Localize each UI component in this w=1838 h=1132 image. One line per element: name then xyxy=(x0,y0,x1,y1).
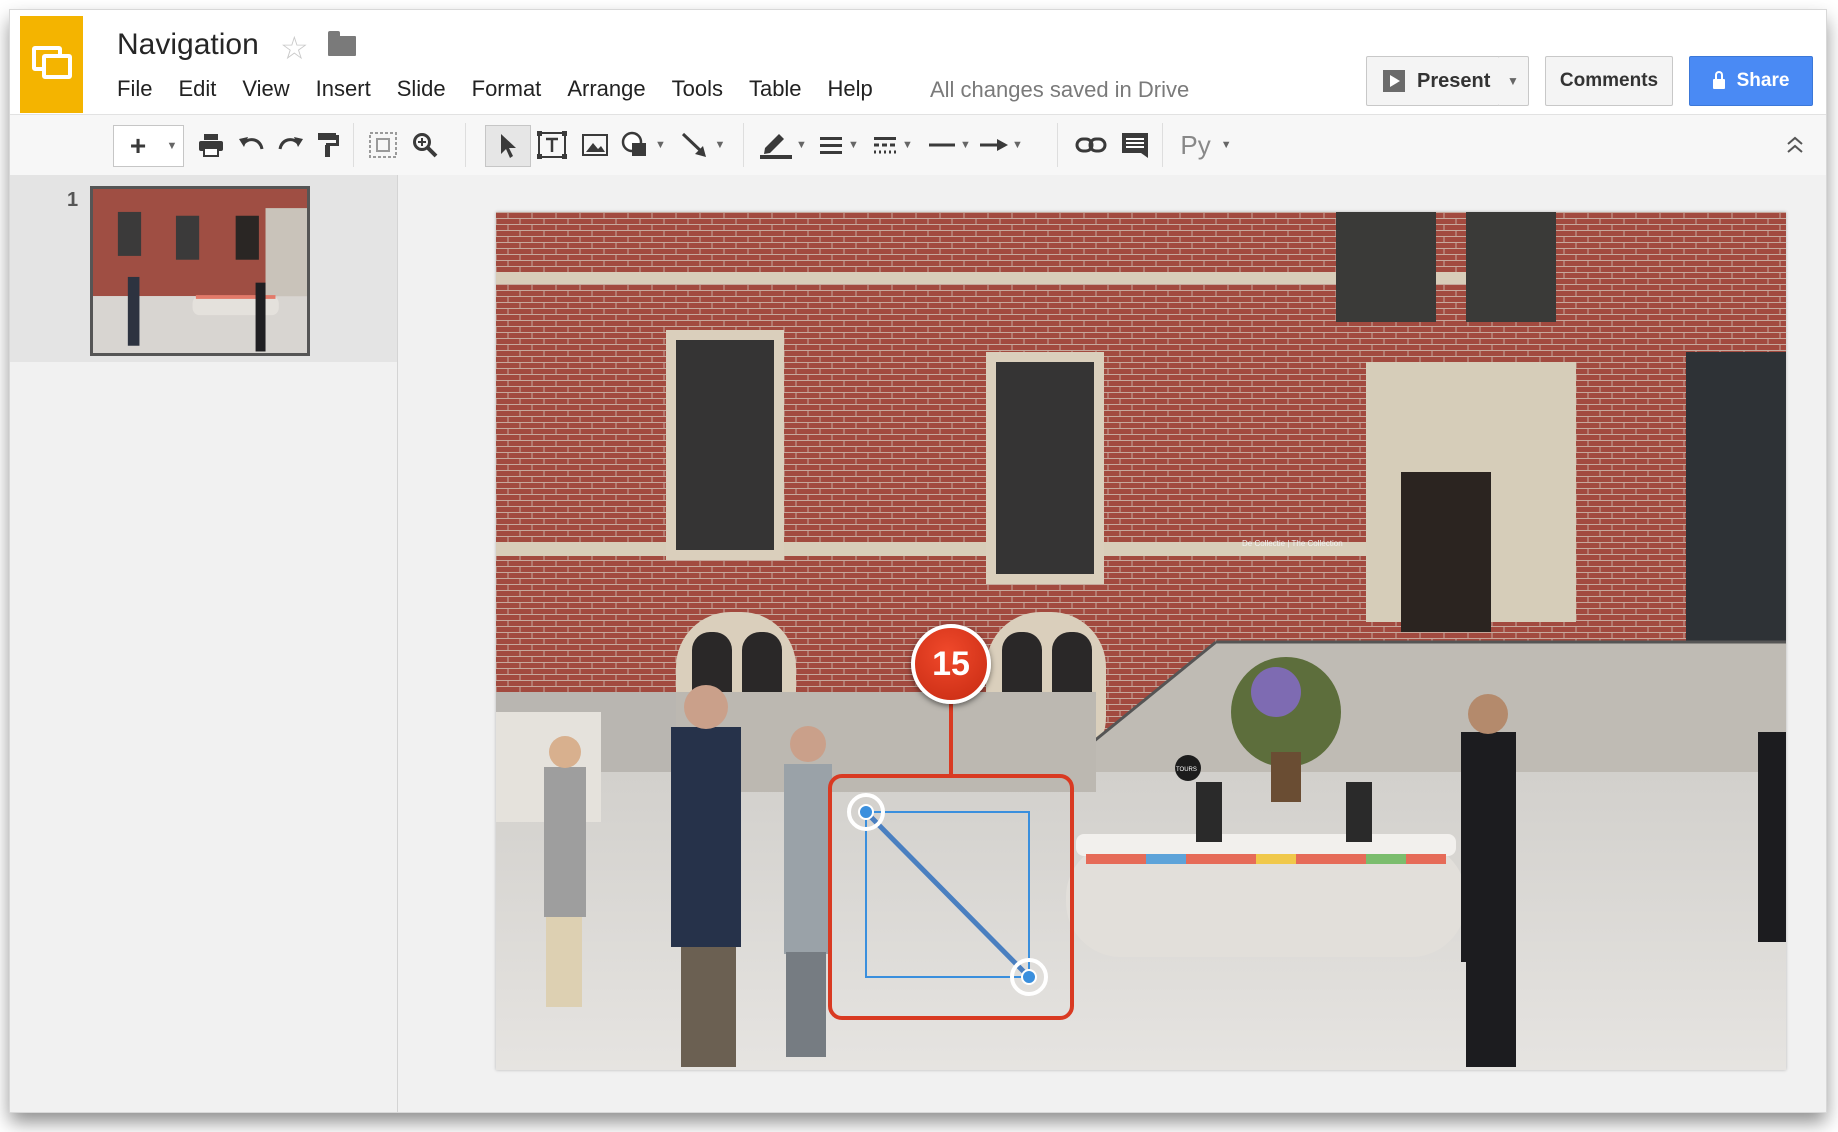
zoom-fit-icon[interactable] xyxy=(365,125,401,165)
drawn-line[interactable] xyxy=(864,810,1031,979)
filmstrip: 1 xyxy=(10,175,398,1112)
folder-icon[interactable] xyxy=(328,31,356,56)
chevron-up-double-icon[interactable] xyxy=(1780,125,1810,165)
print-icon[interactable] xyxy=(195,125,227,165)
cursor-icon xyxy=(501,134,516,158)
slide-number: 1 xyxy=(67,189,79,211)
save-status[interactable]: All changes saved in Drive xyxy=(930,77,1189,103)
line-dash-icon[interactable]: ▼ xyxy=(870,125,916,165)
input-tools-label: Py xyxy=(1180,129,1211,160)
slides-window: Navigation ☆ File Edit View Insert Slide… xyxy=(10,10,1826,1112)
filmstrip-slide-1[interactable]: 1 xyxy=(10,175,397,362)
menu-format[interactable]: Format xyxy=(472,76,542,102)
caret-down-icon: ▼ xyxy=(1507,74,1519,88)
line-icon[interactable]: ▼ xyxy=(675,125,731,165)
line-end-icon[interactable]: ▼ xyxy=(976,125,1026,165)
share-label: Share xyxy=(1736,70,1790,91)
zoom-icon[interactable] xyxy=(408,125,442,165)
lock-icon xyxy=(1712,71,1725,89)
line-start-icon[interactable]: ▼ xyxy=(924,125,974,165)
callout-number-badge: 15 xyxy=(911,624,991,704)
shape-icon[interactable]: ▼ xyxy=(619,125,667,165)
comment-icon[interactable] xyxy=(1116,125,1154,165)
undo-icon[interactable] xyxy=(235,125,267,165)
border-color-icon[interactable]: ▼ xyxy=(755,125,811,165)
toolbar: + ▼ ▼ ▼ ▼ ▼ ▼ ▼ ▼ Py ▼ xyxy=(10,114,1826,176)
line-drawing-overlay xyxy=(828,697,1074,1020)
new-slide-button[interactable]: + xyxy=(113,125,163,167)
select-tool[interactable] xyxy=(485,125,531,167)
link-icon[interactable] xyxy=(1072,125,1110,165)
menu-arrange[interactable]: Arrange xyxy=(567,76,645,102)
present-options-button[interactable]: ▼ xyxy=(1498,56,1529,106)
menu-view[interactable]: View xyxy=(242,76,289,102)
text-box-icon[interactable] xyxy=(533,125,571,165)
line-end-point xyxy=(1021,969,1037,985)
image-icon[interactable] xyxy=(577,125,613,165)
caret-down-icon: ▼ xyxy=(166,140,178,152)
menu-slide[interactable]: Slide xyxy=(397,76,446,102)
menu-edit[interactable]: Edit xyxy=(178,76,216,102)
menu-tools[interactable]: Tools xyxy=(672,76,723,102)
input-tools-button[interactable]: Py ▼ xyxy=(1175,125,1237,165)
play-icon xyxy=(1383,70,1405,92)
star-icon[interactable]: ☆ xyxy=(280,29,309,67)
line-weight-icon[interactable]: ▼ xyxy=(816,125,862,165)
menu-file[interactable]: File xyxy=(117,76,152,102)
slide[interactable]: De Collectie | The Collection TOURS 15 xyxy=(496,212,1786,1070)
slide-canvas[interactable]: De Collectie | The Collection TOURS 15 xyxy=(398,175,1826,1112)
menu-bar: File Edit View Insert Slide Format Arran… xyxy=(117,76,899,102)
comments-button[interactable]: Comments xyxy=(1545,56,1673,106)
present-label: Present xyxy=(1417,69,1491,92)
share-button[interactable]: Share xyxy=(1689,56,1813,106)
menu-table[interactable]: Table xyxy=(749,76,802,102)
new-slide-layout-button[interactable]: ▼ xyxy=(161,125,184,167)
document-title[interactable]: Navigation xyxy=(117,28,259,62)
present-button[interactable]: Present xyxy=(1366,56,1500,106)
slide-thumbnail[interactable] xyxy=(90,186,310,356)
slides-logo[interactable] xyxy=(20,16,83,113)
line-start-point xyxy=(858,804,874,820)
menu-insert[interactable]: Insert xyxy=(316,76,371,102)
paint-format-icon[interactable] xyxy=(313,125,345,165)
redo-icon[interactable] xyxy=(275,125,307,165)
menu-help[interactable]: Help xyxy=(828,76,873,102)
